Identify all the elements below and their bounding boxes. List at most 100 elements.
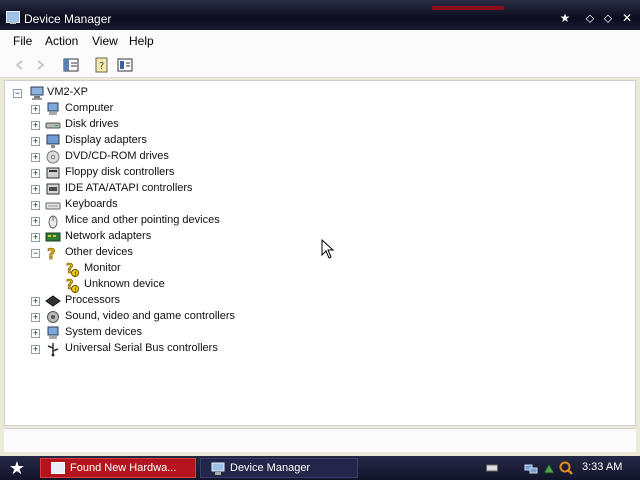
collapse-toggle[interactable]: − — [31, 249, 40, 258]
start-star-icon[interactable]: ★ — [6, 458, 28, 478]
tree-item-dvd-cdrom-drives[interactable]: + DVD/CD-ROM drives — [29, 149, 229, 165]
tree-item-label: Other devices — [65, 246, 133, 258]
tree-item-label: Unknown device — [84, 278, 165, 290]
task-label: Found New Hardwa... — [70, 462, 177, 474]
tree-item-label: Mice and other pointing devices — [65, 214, 220, 226]
system-device-icon — [47, 326, 59, 339]
tree-item-monitor[interactable]: ?! Monitor — [63, 261, 223, 277]
expand-toggle[interactable]: + — [31, 137, 40, 146]
expand-toggle[interactable]: + — [31, 313, 40, 322]
expand-toggle[interactable]: + — [31, 153, 40, 162]
toolbar: ? — [0, 52, 640, 78]
svg-text:?: ? — [47, 245, 56, 261]
taskbar-found-new-hardware[interactable]: Found New Hardwa... — [40, 458, 196, 478]
device-manager-icon — [211, 462, 225, 475]
computer-icon — [47, 102, 59, 115]
expand-toggle[interactable]: + — [31, 185, 40, 194]
tree-item-keyboards[interactable]: + Keyboards — [29, 197, 229, 213]
processor-icon — [45, 295, 61, 307]
menu-bar: File Action View Help — [0, 30, 640, 52]
title-bar[interactable]: Device Manager ★ ⬦ ⬦ ✕ — [0, 0, 640, 30]
tree-item-floppy-disk-controllers[interactable]: + Floppy disk controllers — [29, 165, 229, 181]
tree-root-label: VM2-XP — [47, 86, 88, 98]
expand-toggle[interactable]: + — [31, 201, 40, 210]
tree-item-label: Floppy disk controllers — [65, 166, 175, 178]
close-icon[interactable]: ✕ — [620, 11, 634, 25]
title-accent-bar — [432, 6, 504, 10]
tree-item-unknown-device[interactable]: ?! Unknown device — [63, 277, 223, 293]
menu-view[interactable]: View — [92, 34, 118, 48]
tree-item-label: IDE ATA/ATAPI controllers — [65, 182, 193, 194]
tree-item-label: System devices — [65, 326, 143, 338]
minimize-icon[interactable]: ⬦ — [583, 11, 597, 25]
expand-toggle[interactable]: + — [31, 217, 40, 226]
tree-item-computer[interactable]: + Computer — [29, 101, 229, 117]
menu-help[interactable]: Help — [129, 34, 154, 48]
warning-device-icon: ?! — [66, 278, 79, 293]
tree-item-label: Display adapters — [65, 134, 147, 146]
hardware-tray-icon[interactable] — [542, 461, 556, 475]
menu-file[interactable]: File — [13, 34, 32, 48]
tree-item-label: Computer — [65, 102, 114, 114]
show-hide-tree-icon[interactable] — [63, 57, 79, 73]
expand-toggle[interactable]: + — [31, 105, 40, 114]
tree-item-label: DVD/CD-ROM drives — [65, 150, 169, 162]
sound-icon — [47, 311, 59, 323]
unknown-device-icon: ? — [47, 245, 56, 261]
system-tray: 3:33 AM — [480, 456, 640, 480]
taskbar-device-manager[interactable]: Device Manager — [200, 458, 358, 478]
tree-item-other-devices[interactable]: − ? Other devices — [29, 245, 229, 261]
disk-drive-icon — [45, 122, 61, 129]
window-title: Device Manager — [24, 12, 112, 26]
tree-item-label: Monitor — [84, 262, 121, 274]
forward-arrow-icon[interactable] — [32, 57, 48, 73]
tree-root[interactable]: − VM2-XP — [11, 85, 211, 101]
menu-action[interactable]: Action — [45, 34, 78, 48]
star-icon[interactable]: ★ — [558, 11, 572, 25]
display-adapter-icon — [46, 134, 60, 148]
usb-icon — [47, 343, 59, 357]
expand-toggle[interactable]: + — [31, 345, 40, 354]
tree-item-processors[interactable]: + Processors — [29, 293, 229, 309]
device-manager-icon — [6, 11, 20, 24]
tree-item-disk-drives[interactable]: + Disk drives — [29, 117, 229, 133]
maximize-icon[interactable]: ⬦ — [601, 11, 615, 25]
tree-item-ide-controllers[interactable]: + IDE ATA/ATAPI controllers — [29, 181, 229, 197]
tree-item-network-adapters[interactable]: + Network adapters — [29, 229, 229, 245]
tree-item-label: Keyboards — [65, 198, 118, 210]
mouse-pointer-icon — [321, 239, 335, 259]
tree-item-usb-controllers[interactable]: + Universal Serial Bus controllers — [29, 341, 269, 357]
search-tray-icon[interactable] — [558, 460, 574, 476]
collapse-toggle[interactable]: − — [13, 89, 22, 98]
properties-icon[interactable] — [117, 57, 133, 73]
task-label: Device Manager — [230, 462, 311, 474]
window-icon — [51, 462, 65, 474]
tree-item-label: Disk drives — [65, 118, 119, 130]
properties-help-icon[interactable]: ? — [94, 57, 110, 73]
ide-controller-icon — [46, 183, 60, 195]
tree-item-sound[interactable]: + Sound, video and game controllers — [29, 309, 269, 325]
expand-toggle[interactable]: + — [31, 121, 40, 130]
computer-icon — [30, 86, 44, 100]
tree-item-display-adapters[interactable]: + Display adapters — [29, 133, 229, 149]
cd-drive-icon — [46, 150, 60, 164]
back-arrow-icon[interactable] — [12, 57, 28, 73]
floppy-controller-icon — [46, 167, 60, 179]
tree-item-label: Universal Serial Bus controllers — [65, 342, 218, 354]
keyboard-tray-icon[interactable] — [486, 463, 498, 473]
status-bar — [4, 428, 636, 452]
tree-item-system-devices[interactable]: + System devices — [29, 325, 229, 341]
tree-item-label: Sound, video and game controllers — [65, 310, 235, 322]
tree-item-label: Processors — [65, 294, 121, 306]
expand-toggle[interactable]: + — [31, 297, 40, 306]
tree-item-mice[interactable]: + Mice and other pointing devices — [29, 213, 269, 229]
network-adapter-icon — [45, 232, 61, 242]
expand-toggle[interactable]: + — [31, 169, 40, 178]
network-tray-icon[interactable] — [524, 461, 538, 475]
keyboard-icon — [45, 202, 61, 210]
device-manager-window: Device Manager ★ ⬦ ⬦ ✕ File Action View … — [0, 0, 640, 456]
tree-item-label: Network adapters — [65, 230, 152, 242]
expand-toggle[interactable]: + — [31, 329, 40, 338]
expand-toggle[interactable]: + — [31, 233, 40, 242]
device-tree[interactable]: − VM2-XP + Computer + Disk drives + Disp… — [4, 80, 636, 426]
